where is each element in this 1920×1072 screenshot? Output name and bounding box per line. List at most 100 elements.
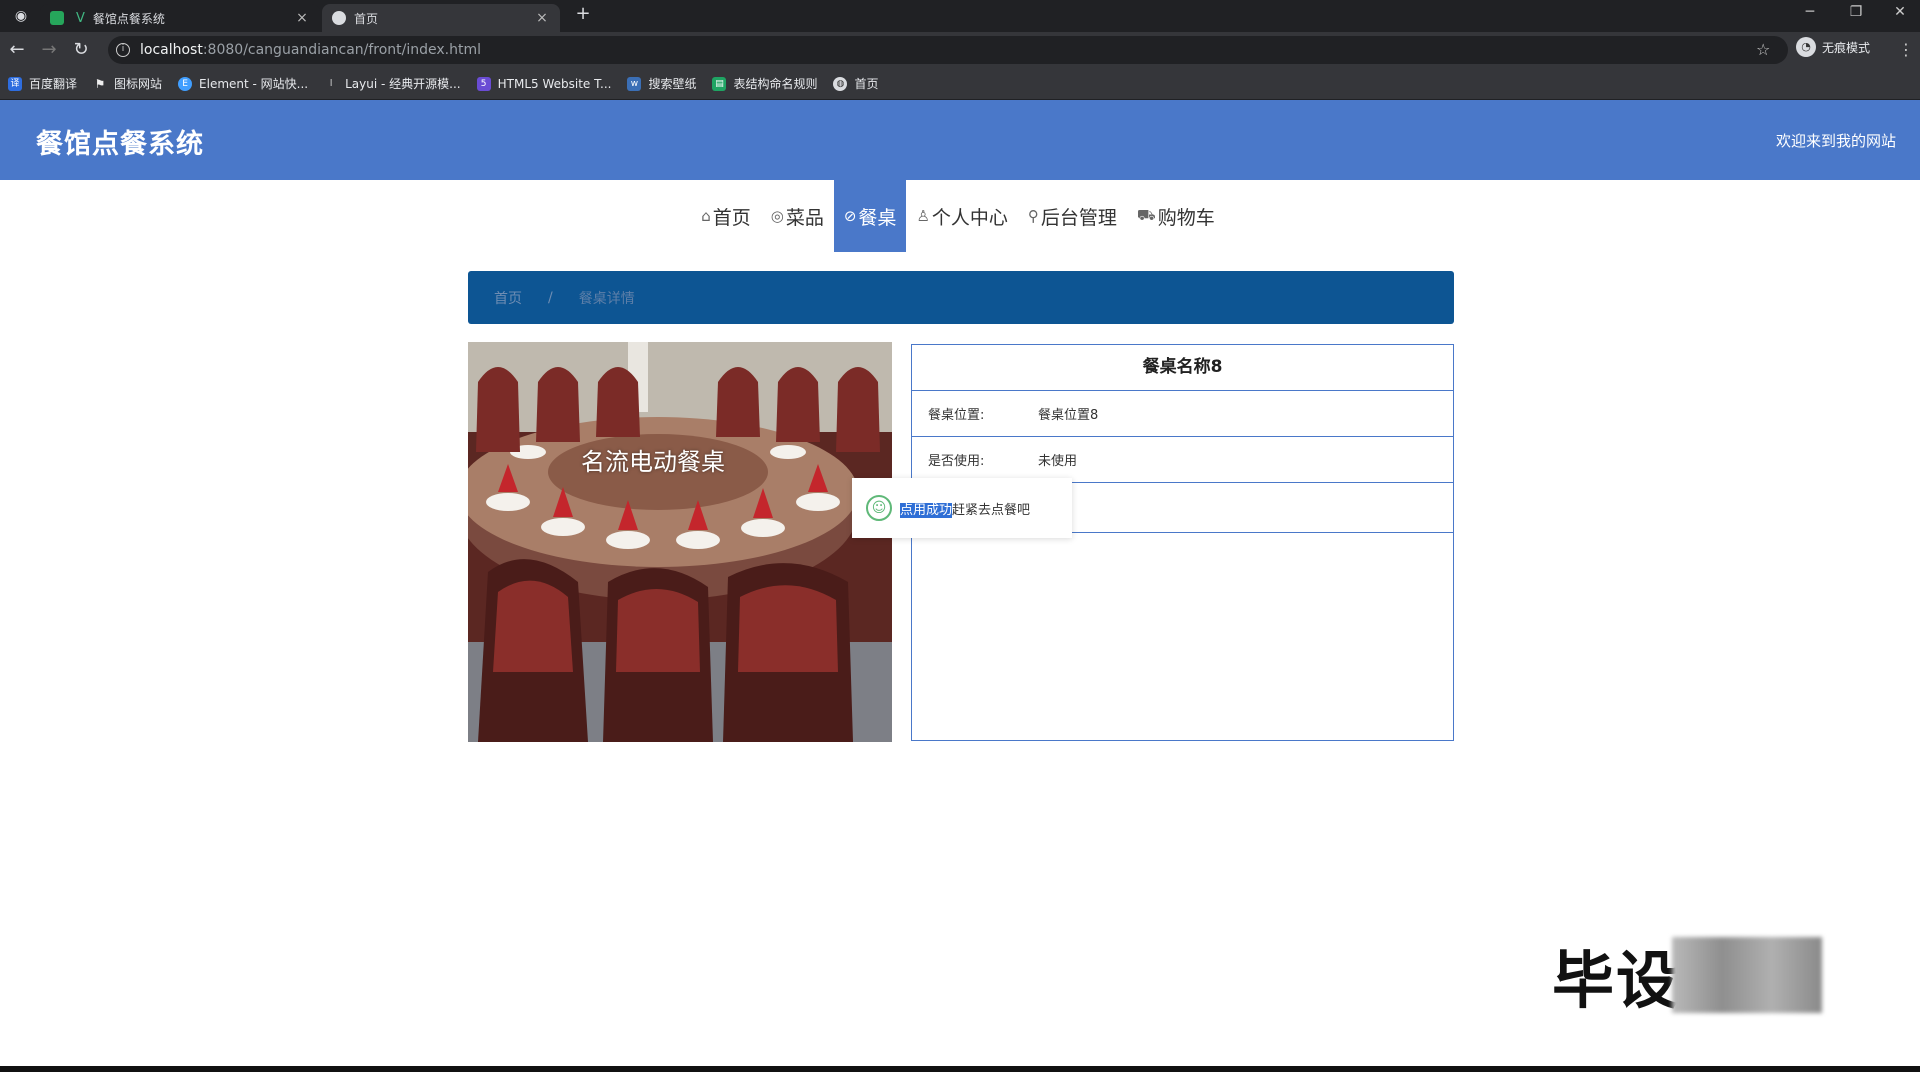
toast-message: 点用成功赶紧去点餐吧	[900, 499, 1030, 518]
close-icon[interactable]: ×	[294, 10, 310, 26]
back-icon[interactable]: ←	[6, 39, 28, 61]
watermark: 毕设	[1552, 930, 1823, 1020]
url-path: :8080/canguandiancan/front/index.html	[202, 42, 482, 58]
app-favicon-icon	[50, 11, 64, 25]
bookmark-item[interactable]: E Element - 网站快...	[178, 75, 308, 92]
breadcrumb: 首页 / 餐桌详情	[468, 271, 1454, 324]
detail-value: 未使用	[1038, 454, 1078, 469]
bookmarks-bar: 译 百度翻译 ⚑ 图标网站 E Element - 网站快... l Layui…	[0, 68, 1920, 100]
browser-menu-icon[interactable]: ◉	[10, 5, 32, 27]
photo-caption: 名流电动餐桌	[581, 448, 725, 476]
tab-home[interactable]: 首页 ×	[322, 4, 560, 32]
bookmark-item[interactable]: 译 百度翻译	[8, 75, 77, 92]
detail-value: 餐桌位置8	[1038, 408, 1099, 423]
bookmark-label: 百度翻译	[29, 77, 78, 91]
dining-table-image	[468, 342, 892, 742]
detail-label: 是否使用:	[928, 454, 985, 469]
nav-label: 菜品	[785, 206, 824, 229]
detail-label: 餐桌位置:	[928, 408, 985, 423]
browser-tab-strip: ◉ V 餐馆点餐系统 × 首页 × + ─ ❐ ✕	[0, 0, 1920, 32]
flag-icon: ⚑	[94, 76, 106, 91]
detail-row-location: 餐桌位置: 餐桌位置8	[912, 391, 1453, 437]
layui-icon: l	[329, 78, 333, 89]
dish-icon: ◎	[770, 207, 784, 225]
nav-label: 后台管理	[1040, 206, 1117, 229]
breadcrumb-home[interactable]: 首页	[494, 288, 522, 308]
bookmark-label: 搜索壁纸	[648, 77, 697, 91]
nav-label: 首页	[712, 206, 751, 229]
nav-item-admin[interactable]: ⚲ 后台管理	[1018, 180, 1127, 252]
table-icon: ⊘	[843, 207, 857, 225]
info-icon[interactable]: i	[116, 43, 130, 57]
wallpaper-icon: w	[627, 76, 642, 91]
bookmark-item[interactable]: ⚑ 图标网站	[93, 75, 162, 92]
site-title: 餐馆点餐系统	[36, 129, 204, 160]
link-icon: ⚲	[1027, 207, 1039, 225]
welcome-text: 欢迎来到我的网站	[1775, 132, 1896, 150]
globe-icon: ◍	[833, 76, 848, 91]
translate-icon: 译	[8, 76, 22, 91]
cart-icon: ⛟	[1136, 206, 1156, 224]
table-icon: ▤	[712, 76, 727, 91]
bookmark-item[interactable]: 5 HTML5 Website T...	[476, 76, 612, 91]
main-nav: ⌂ 首页 ◎ 菜品 ⊘ 餐桌 ♙ 个人中心 ⚲ 后台管理 ⛟ 购物车	[0, 180, 1920, 252]
incognito-icon: ◔	[1796, 37, 1816, 57]
bookmark-label: HTML5 Website T...	[497, 76, 612, 91]
breadcrumb-separator: /	[548, 289, 553, 306]
toast-rest-text: 赶紧去点餐吧	[952, 502, 1031, 518]
bookmark-label: Layui - 经典开源模...	[345, 77, 461, 91]
tab-title: 首页	[354, 11, 379, 26]
element-icon: E	[178, 76, 193, 91]
nav-label: 个人中心	[931, 206, 1008, 229]
globe-icon	[332, 11, 346, 25]
site-header: 餐馆点餐系统 欢迎来到我的网站	[0, 100, 1920, 180]
smile-icon: ☺	[866, 495, 892, 521]
nav-item-tables[interactable]: ⊘ 餐桌	[833, 180, 907, 252]
watermark-text: 毕设	[1552, 944, 1681, 1017]
close-window-icon[interactable]: ✕	[1880, 4, 1920, 20]
bookmark-label: 首页	[854, 77, 879, 91]
table-detail-panel: 餐桌名称8 餐桌位置: 餐桌位置8 是否使用: 未使用	[911, 344, 1454, 741]
bookmark-label: Element - 网站快...	[199, 77, 309, 91]
nav-item-dishes[interactable]: ◎ 菜品	[761, 180, 834, 252]
home-icon: ⌂	[701, 207, 711, 225]
restore-icon[interactable]: ❐	[1836, 4, 1876, 20]
table-name: 餐桌名称8	[912, 345, 1453, 391]
breadcrumb-current: 餐桌详情	[578, 290, 635, 307]
more-options-icon[interactable]: ⋮	[1898, 40, 1914, 59]
nav-item-cart[interactable]: ⛟ 购物车	[1127, 180, 1225, 252]
profile-label: 无痕模式	[1822, 40, 1871, 55]
url-host: localhost	[140, 42, 203, 58]
success-toast: ☺ 点用成功赶紧去点餐吧	[852, 478, 1072, 538]
tab-title: 餐馆点餐系统	[92, 11, 165, 26]
nav-item-profile[interactable]: ♙ 个人中心	[906, 180, 1017, 252]
user-icon: ♙	[916, 207, 930, 225]
bookmark-star-icon[interactable]: ☆	[1756, 40, 1770, 59]
watermark-blurred-area	[1672, 937, 1823, 1013]
bookmark-label: 图标网站	[114, 77, 163, 91]
close-icon[interactable]: ×	[534, 10, 550, 26]
bottom-edge	[0, 1066, 1920, 1072]
address-bar[interactable]: i localhost :8080/canguandiancan/front/i…	[108, 36, 1788, 64]
incognito-profile[interactable]: ◔ 无痕模式	[1796, 37, 1870, 57]
html5-icon: 5	[476, 76, 491, 91]
bookmark-item[interactable]: ◍ 首页	[833, 75, 879, 92]
nav-label: 餐桌	[858, 206, 897, 229]
bookmark-item[interactable]: l Layui - 经典开源模...	[324, 75, 461, 92]
bookmark-item[interactable]: ▤ 表结构命名规则	[712, 75, 817, 92]
table-photo: 名流电动餐桌	[468, 342, 892, 742]
tab-app[interactable]: V 餐馆点餐系统 ×	[40, 4, 320, 32]
vue-icon: V	[76, 11, 85, 26]
toast-selected-text: 点用成功	[900, 502, 953, 518]
new-tab-button[interactable]: +	[572, 3, 594, 25]
detail-row-in-use: 是否使用: 未使用	[912, 437, 1453, 483]
reload-icon[interactable]: ↻	[70, 39, 92, 61]
nav-items: ⌂ 首页 ◎ 菜品 ⊘ 餐桌 ♙ 个人中心 ⚲ 后台管理 ⛟ 购物车	[691, 180, 1225, 252]
minimize-icon[interactable]: ─	[1790, 4, 1830, 20]
forward-icon[interactable]: →	[38, 39, 60, 61]
browser-toolbar: ← → ↻ i localhost :8080/canguandiancan/f…	[0, 32, 1920, 68]
bookmark-item[interactable]: w 搜索壁纸	[627, 75, 696, 92]
nav-label: 购物车	[1157, 206, 1215, 229]
nav-item-home[interactable]: ⌂ 首页	[691, 180, 761, 252]
bookmark-label: 表结构命名规则	[733, 77, 818, 91]
